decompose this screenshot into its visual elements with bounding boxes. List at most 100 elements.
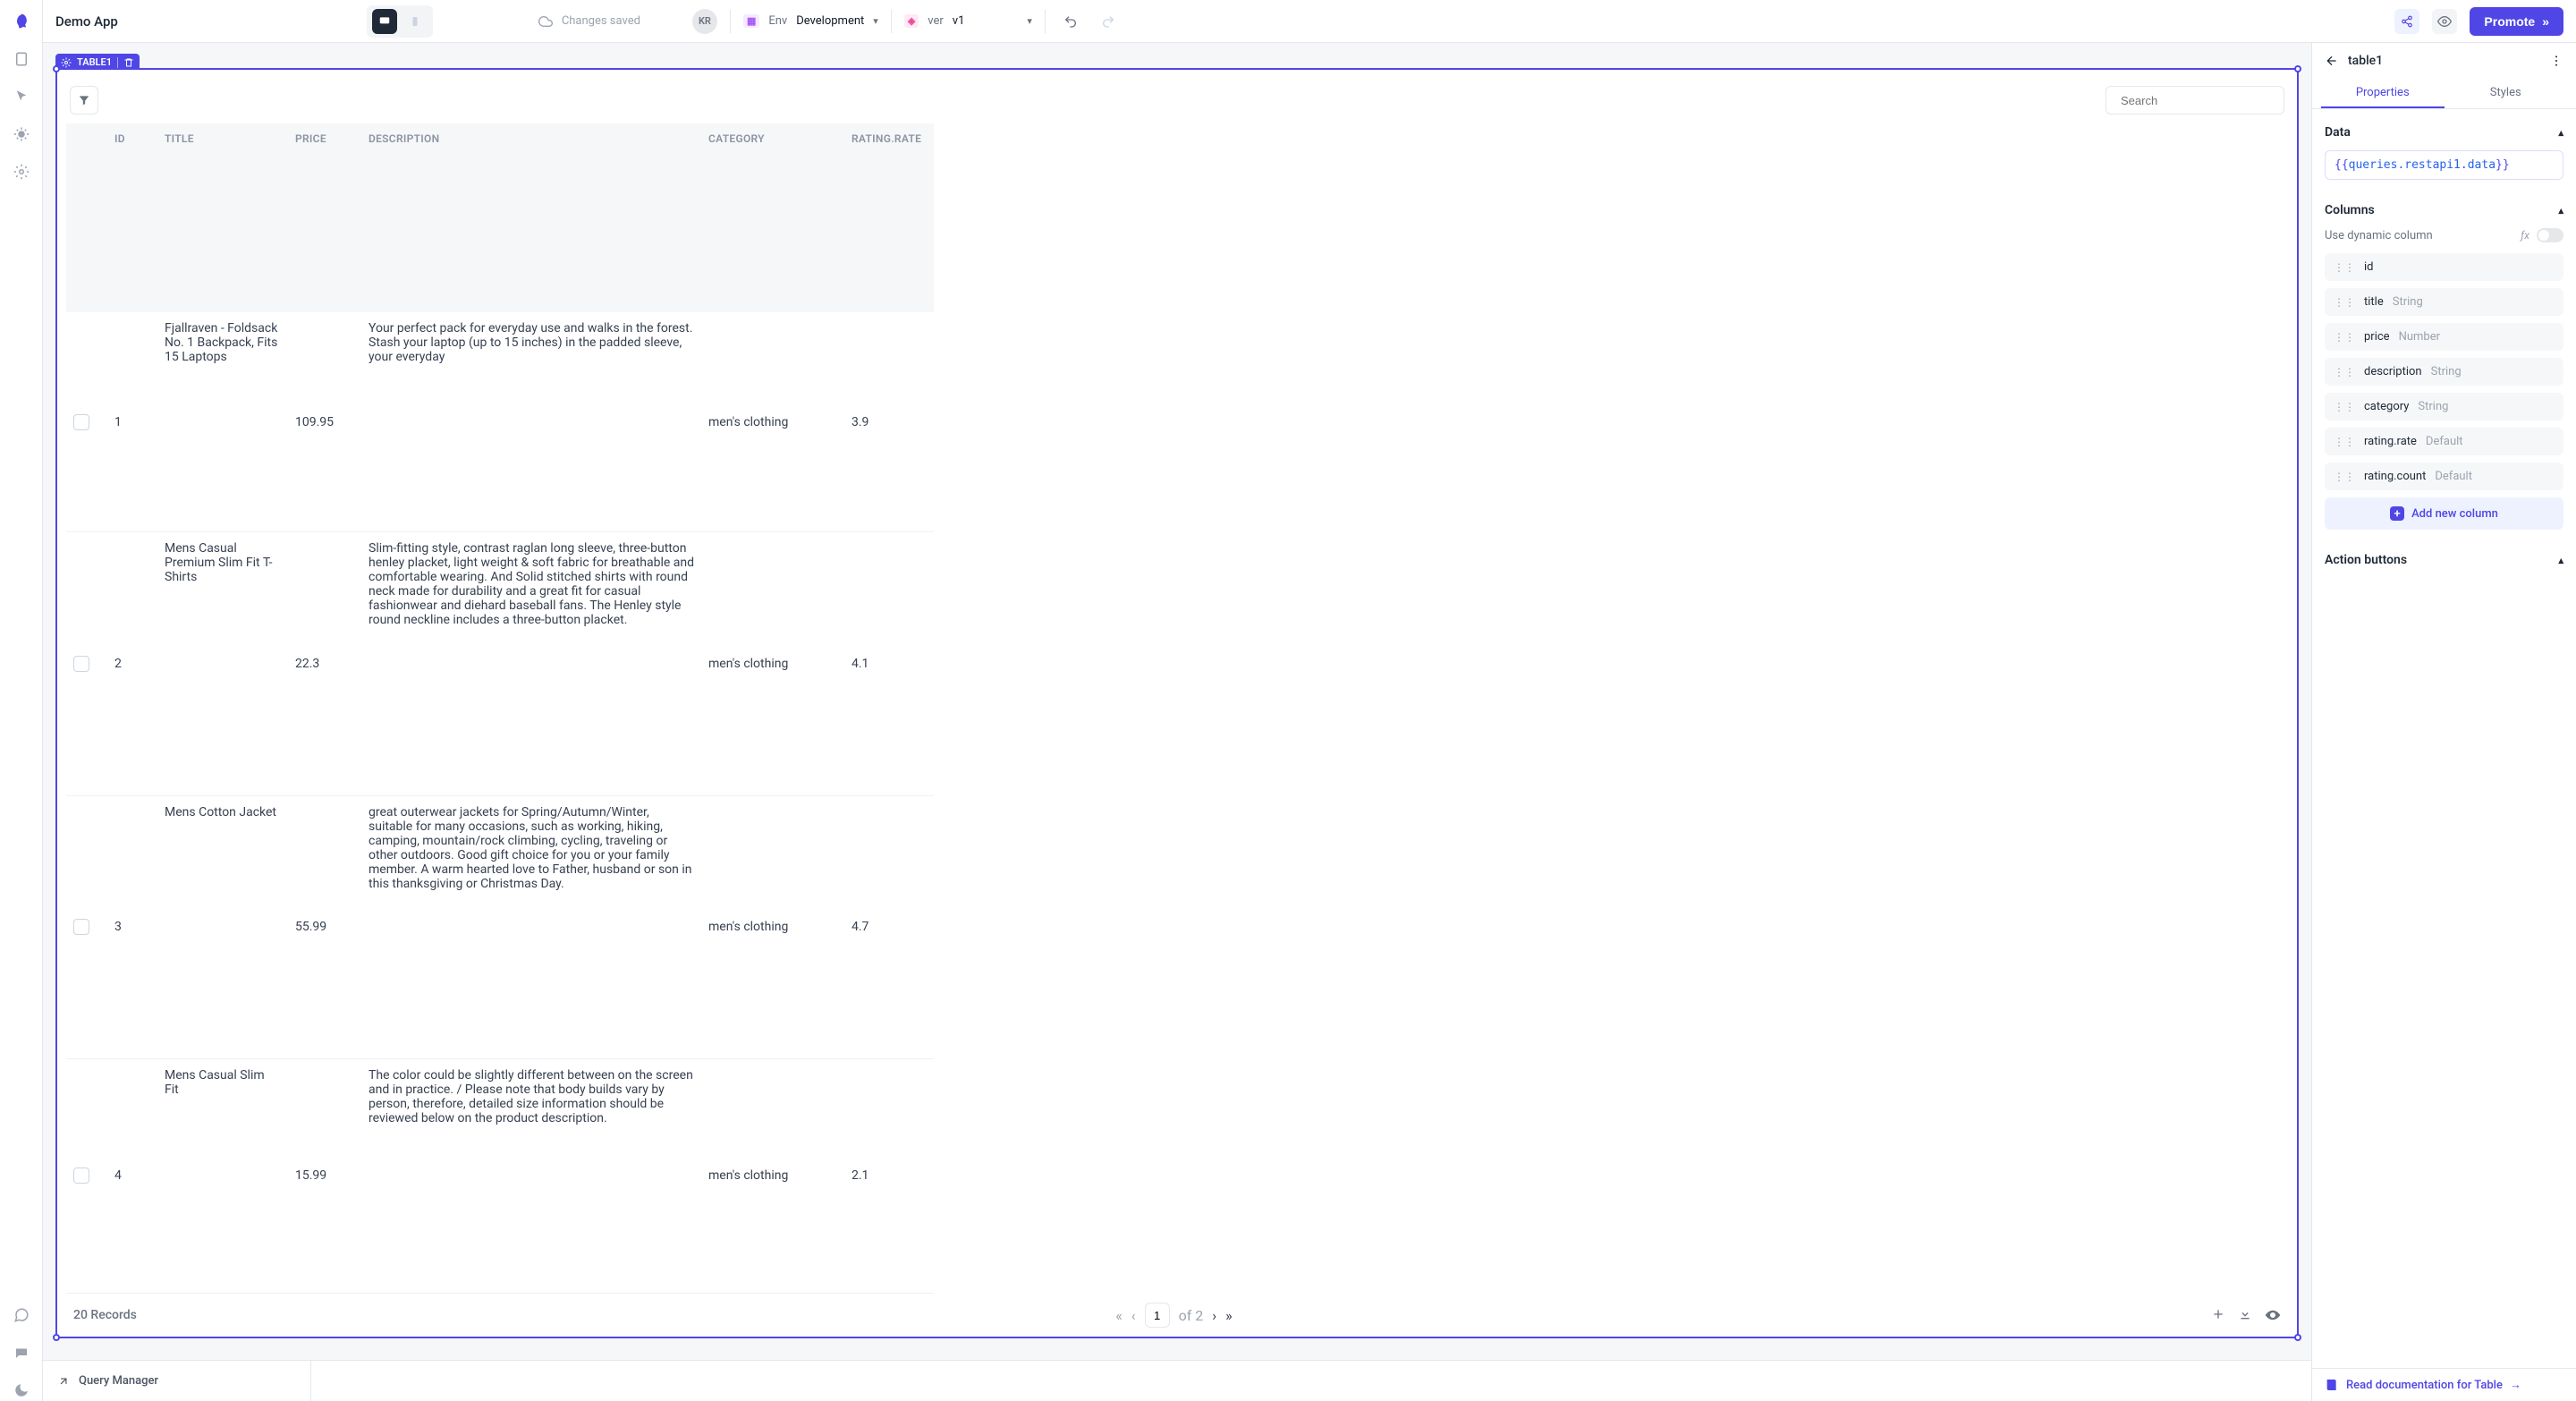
cell-title: Mens Casual Slim Fit bbox=[157, 1059, 288, 1294]
dynamic-column-label: Use dynamic column bbox=[2325, 229, 2433, 242]
cursor-icon[interactable] bbox=[11, 86, 32, 107]
more-button[interactable] bbox=[2549, 54, 2563, 68]
column-item[interactable]: ⋮⋮id bbox=[2325, 253, 2563, 281]
cell-category: men's clothing bbox=[701, 532, 844, 795]
component-name: table1 bbox=[2348, 54, 2383, 68]
tab-properties[interactable]: Properties bbox=[2321, 79, 2445, 108]
redo-button[interactable] bbox=[1096, 9, 1121, 34]
query-manager-bar: Query Manager bbox=[43, 1360, 2311, 1401]
row-checkbox[interactable] bbox=[73, 919, 89, 935]
bug-icon[interactable] bbox=[11, 123, 32, 145]
page-prev-button[interactable]: ‹ bbox=[1131, 1307, 1136, 1324]
records-count: 20 Records bbox=[73, 1308, 137, 1322]
ver-dropdown[interactable]: ◈ ver v1 ▾ bbox=[904, 14, 1032, 28]
page-of-label: of 2 bbox=[1179, 1307, 1204, 1324]
left-sidebar bbox=[0, 0, 43, 1401]
device-toggle[interactable] bbox=[367, 5, 433, 38]
drag-handle-icon[interactable]: ⋮⋮ bbox=[2334, 261, 2355, 274]
page-last-button[interactable]: » bbox=[1225, 1307, 1233, 1324]
chat-icon[interactable] bbox=[11, 1304, 32, 1326]
drag-handle-icon[interactable]: ⋮⋮ bbox=[2334, 366, 2355, 378]
column-item[interactable]: ⋮⋮categoryString bbox=[2325, 393, 2563, 420]
column-header[interactable]: TITLE bbox=[157, 123, 288, 312]
row-checkbox[interactable] bbox=[73, 414, 89, 430]
drag-handle-icon[interactable]: ⋮⋮ bbox=[2334, 296, 2355, 309]
tab-styles[interactable]: Styles bbox=[2445, 79, 2568, 108]
filter-button[interactable] bbox=[70, 86, 98, 115]
section-data[interactable]: Data▴ bbox=[2325, 125, 2563, 140]
rocket-icon[interactable] bbox=[11, 11, 32, 32]
undo-button[interactable] bbox=[1058, 9, 1083, 34]
page-input[interactable] bbox=[1145, 1303, 1170, 1328]
mobile-icon[interactable] bbox=[402, 9, 428, 34]
column-header[interactable]: DESCRIPTION bbox=[361, 123, 701, 312]
app-title: Demo App bbox=[55, 13, 118, 30]
promote-button[interactable]: Promote » bbox=[2470, 7, 2563, 36]
cloud-icon bbox=[538, 14, 553, 29]
cell-description: The color could be slightly different be… bbox=[361, 1059, 701, 1294]
resize-handle[interactable] bbox=[53, 1334, 60, 1341]
column-header[interactable]: PRICE bbox=[288, 123, 361, 312]
save-status: Changes saved bbox=[538, 14, 640, 29]
cell-description: Your perfect pack for everyday use and w… bbox=[361, 312, 701, 532]
message-icon[interactable] bbox=[11, 1342, 32, 1363]
row-checkbox[interactable] bbox=[73, 1168, 89, 1184]
back-button[interactable] bbox=[2325, 54, 2339, 68]
resize-handle[interactable] bbox=[2294, 1334, 2301, 1341]
more-vertical-icon bbox=[2549, 54, 2563, 68]
visibility-button[interactable] bbox=[2265, 1307, 2281, 1323]
drag-handle-icon[interactable]: ⋮⋮ bbox=[2334, 401, 2355, 413]
cell-category: men's clothing bbox=[701, 312, 844, 532]
resize-handle[interactable] bbox=[53, 65, 60, 72]
drag-handle-icon[interactable]: ⋮⋮ bbox=[2334, 331, 2355, 344]
env-badge-icon: ▦ bbox=[743, 14, 759, 28]
moon-icon[interactable] bbox=[11, 1380, 32, 1401]
preview-button[interactable] bbox=[2432, 9, 2457, 34]
table-component[interactable]: IDTITLEPRICEDESCRIPTIONCATEGORYRATING.RA… bbox=[55, 68, 2299, 1338]
column-header[interactable]: ID bbox=[107, 123, 157, 312]
cell-rating: 3.9 bbox=[844, 312, 934, 532]
cell-price: 15.99 bbox=[288, 1059, 361, 1294]
cell-description: Slim-fitting style, contrast raglan long… bbox=[361, 532, 701, 795]
column-item[interactable]: ⋮⋮rating.rateDefault bbox=[2325, 428, 2563, 455]
fx-button[interactable]: ƒx bbox=[2521, 229, 2529, 242]
share-button[interactable] bbox=[2394, 9, 2419, 34]
column-header[interactable]: CATEGORY bbox=[701, 123, 844, 312]
desktop-icon[interactable] bbox=[372, 9, 397, 34]
column-item[interactable]: ⋮⋮descriptionString bbox=[2325, 358, 2563, 386]
gear-icon bbox=[61, 57, 72, 68]
download-button[interactable] bbox=[2238, 1307, 2252, 1323]
add-column-button[interactable]: + Add new column bbox=[2325, 497, 2563, 530]
search-input[interactable] bbox=[2121, 94, 2278, 107]
user-avatar[interactable]: KR bbox=[692, 9, 717, 34]
column-item[interactable]: ⋮⋮rating.countDefault bbox=[2325, 463, 2563, 490]
row-checkbox[interactable] bbox=[73, 656, 89, 672]
drag-handle-icon[interactable]: ⋮⋮ bbox=[2334, 471, 2355, 483]
env-dropdown[interactable]: ▦ Env Development ▾ bbox=[743, 14, 878, 28]
dynamic-column-toggle[interactable] bbox=[2537, 228, 2563, 242]
cell-price: 55.99 bbox=[288, 796, 361, 1059]
gear-icon[interactable] bbox=[11, 161, 32, 183]
query-manager-toggle[interactable]: Query Manager bbox=[43, 1361, 311, 1401]
section-columns[interactable]: Columns▴ bbox=[2325, 203, 2563, 217]
page-icon[interactable] bbox=[11, 48, 32, 70]
properties-panel: table1 Properties Styles Data▴ {{queries… bbox=[2311, 43, 2576, 1401]
doc-link[interactable]: Read documentation for Table → bbox=[2312, 1368, 2576, 1401]
search-input-wrapper[interactable] bbox=[2106, 86, 2284, 115]
column-item[interactable]: ⋮⋮titleString bbox=[2325, 288, 2563, 316]
page-next-button[interactable]: › bbox=[1212, 1307, 1216, 1324]
cell-price: 109.95 bbox=[288, 312, 361, 532]
column-item[interactable]: ⋮⋮priceNumber bbox=[2325, 323, 2563, 351]
chevron-down-icon: ▾ bbox=[873, 15, 878, 27]
resize-handle[interactable] bbox=[2294, 65, 2301, 72]
canvas[interactable]: TABLE1 IDTITLEPRICEDESCRIPTIO bbox=[43, 43, 2311, 1401]
add-row-button[interactable] bbox=[2211, 1307, 2225, 1323]
section-action-buttons[interactable]: Action buttons▴ bbox=[2325, 553, 2563, 567]
data-source-input[interactable]: {{queries.restapi1.data}} bbox=[2325, 150, 2563, 180]
column-header[interactable]: RATING.RATE bbox=[844, 123, 934, 312]
drag-handle-icon[interactable]: ⋮⋮ bbox=[2334, 436, 2355, 448]
page-first-button[interactable]: « bbox=[1115, 1307, 1123, 1324]
trash-icon[interactable] bbox=[123, 57, 134, 68]
cell-rating: 4.1 bbox=[844, 532, 934, 795]
arrow-left-icon bbox=[2325, 54, 2339, 68]
